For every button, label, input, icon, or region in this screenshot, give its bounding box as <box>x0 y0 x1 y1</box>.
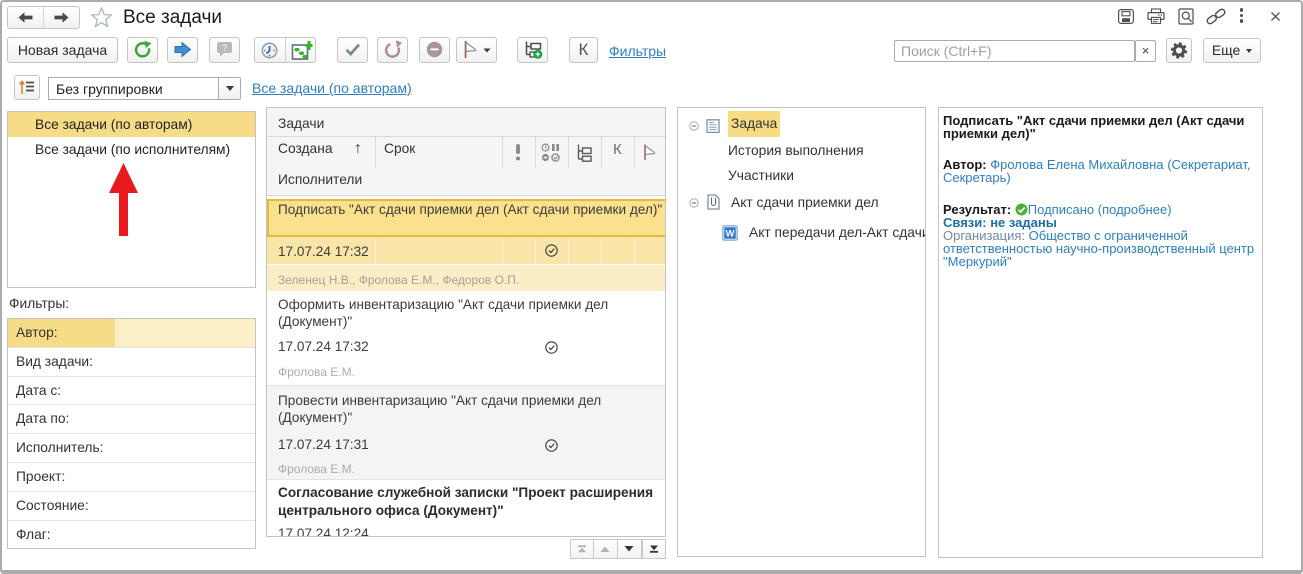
svg-text:W: W <box>726 229 735 240</box>
svg-text:?: ? <box>222 43 227 53</box>
